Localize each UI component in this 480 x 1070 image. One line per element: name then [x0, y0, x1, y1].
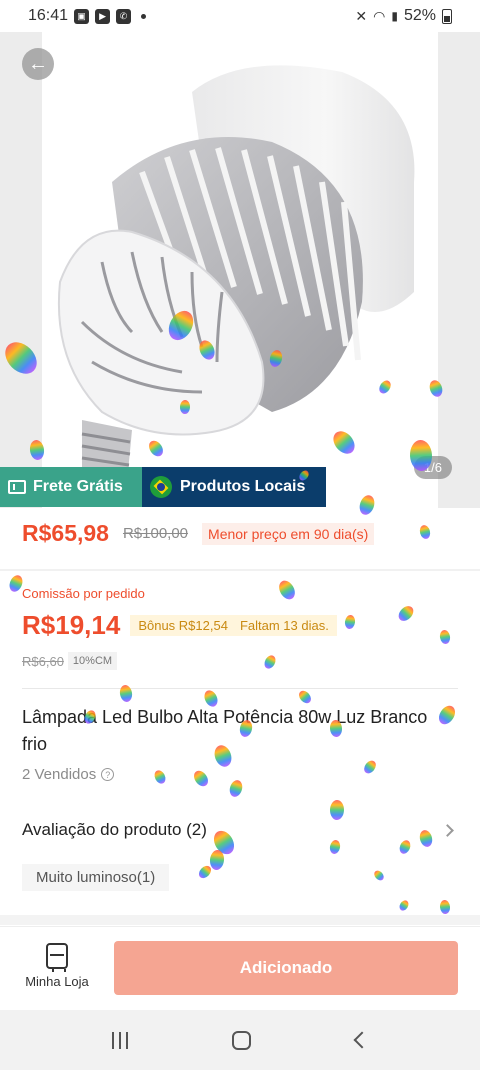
review-tag-chip[interactable]: Muito luminoso(1)	[22, 864, 170, 891]
back-nav-icon[interactable]	[353, 1031, 371, 1049]
free-shipping-badge: Frete Grátis	[0, 467, 142, 507]
local-products-label: Produtos Locais	[180, 478, 306, 495]
wifi-icon: ◠	[373, 7, 386, 24]
signal-icon: ▮	[391, 9, 398, 23]
confetti-dot	[262, 653, 278, 671]
more-notifications-icon	[141, 13, 147, 19]
chevron-right-icon	[441, 823, 454, 837]
battery-icon	[442, 8, 452, 24]
brazil-flag-icon	[150, 476, 172, 498]
commission-row: R$19,14 Bônus R$12,54 Faltam 13 dias.	[22, 610, 337, 641]
gallery-notification-icon: ▣	[74, 8, 90, 24]
confetti-dot	[328, 839, 342, 855]
system-nav-bar	[0, 1010, 480, 1070]
store-icon	[46, 943, 68, 972]
commission-old-row: R$6,60 10%CM	[22, 652, 118, 670]
original-price: R$100,00	[122, 525, 189, 542]
rating-label: Avaliação do produto (2)	[22, 820, 207, 839]
added-button[interactable]: Adicionado	[114, 941, 458, 995]
confetti-dot	[329, 799, 345, 821]
help-icon[interactable]: ?	[101, 768, 115, 781]
confetti-dot	[196, 863, 214, 881]
confetti-dot	[227, 778, 245, 799]
back-button[interactable]: ←	[22, 48, 54, 80]
status-left: 16:41 ▣ ▶ ✆	[28, 7, 147, 25]
product-image	[42, 32, 438, 508]
recent-apps-icon[interactable]	[112, 1031, 129, 1049]
price-row: R$65,98 R$100,00 Menor preço em 90 dia(s…	[22, 520, 375, 547]
commission-value: R$19,14	[22, 610, 121, 640]
confetti-dot	[191, 768, 211, 789]
confetti-dot	[344, 614, 356, 630]
commission-label: Comissão por pedido	[22, 586, 145, 601]
confetti-dot	[439, 899, 451, 915]
confetti-dot	[152, 768, 168, 786]
commission-rate-tag: 10%CM	[67, 652, 118, 670]
confetti-dot	[397, 838, 413, 856]
sold-count: 2 Vendidos	[22, 766, 97, 783]
product-image-gallery[interactable]: ← 1/6	[0, 32, 480, 508]
my-store-button[interactable]: Minha Loja	[16, 943, 98, 989]
whatsapp-notification-icon: ✆	[116, 8, 132, 24]
arrow-left-icon: ←	[28, 52, 48, 75]
bottom-action-bar: Minha Loja Adicionado	[0, 926, 480, 1010]
led-bulb-illustration	[57, 65, 415, 472]
free-shipping-label: Frete Grátis	[33, 478, 123, 495]
image-counter: 1/6	[413, 456, 452, 479]
confetti-dot	[438, 629, 452, 645]
status-bar: 16:41 ▣ ▶ ✆ ✕ ◠ ▮ 52%	[0, 0, 480, 32]
local-products-badge: Produtos Locais	[142, 467, 326, 507]
lowest-price-tag: Menor preço em 90 dia(s)	[202, 522, 375, 545]
confetti-dot	[372, 868, 386, 883]
divider	[22, 688, 458, 689]
confetti-dot	[361, 758, 379, 776]
youtube-notification-icon: ▶	[95, 8, 111, 24]
current-price: R$65,98	[22, 520, 109, 546]
section-gap	[0, 915, 480, 925]
product-rating-row[interactable]: Avaliação do produto (2)	[22, 820, 454, 840]
mute-icon: ✕	[355, 7, 368, 24]
confetti-dot	[397, 898, 411, 913]
product-title: Lâmpada Led Bulbo Alta Potência 80w Luz …	[22, 707, 428, 754]
confetti-dot	[418, 523, 432, 541]
shipping-icon	[8, 480, 26, 494]
old-commission: R$6,60	[22, 653, 64, 669]
my-store-label: Minha Loja	[25, 974, 89, 989]
confetti-dot	[118, 684, 134, 703]
confetti-dot	[275, 577, 299, 603]
status-right: ✕ ◠ ▮ 52%	[355, 7, 452, 25]
confetti-dot	[296, 688, 314, 706]
product-badges: Frete Grátis Produtos Locais	[0, 467, 326, 507]
divider	[0, 569, 480, 571]
bonus-remaining: Faltam 13 dias.	[239, 618, 329, 633]
battery-percent: 52%	[403, 7, 436, 24]
screen: 16:41 ▣ ▶ ✆ ✕ ◠ ▮ 52% ← 1/6 Frete Grátis…	[0, 0, 480, 1070]
confetti-dot	[208, 849, 226, 871]
bonus-amount: Bônus R$12,54	[138, 618, 228, 633]
sold-count-row: 2 Vendidos ?	[22, 766, 115, 783]
confetti-dot	[395, 603, 417, 624]
home-icon[interactable]	[232, 1030, 252, 1050]
bonus-tag: Bônus R$12,54 Faltam 13 dias.	[130, 615, 337, 636]
clock: 16:41	[28, 7, 69, 24]
